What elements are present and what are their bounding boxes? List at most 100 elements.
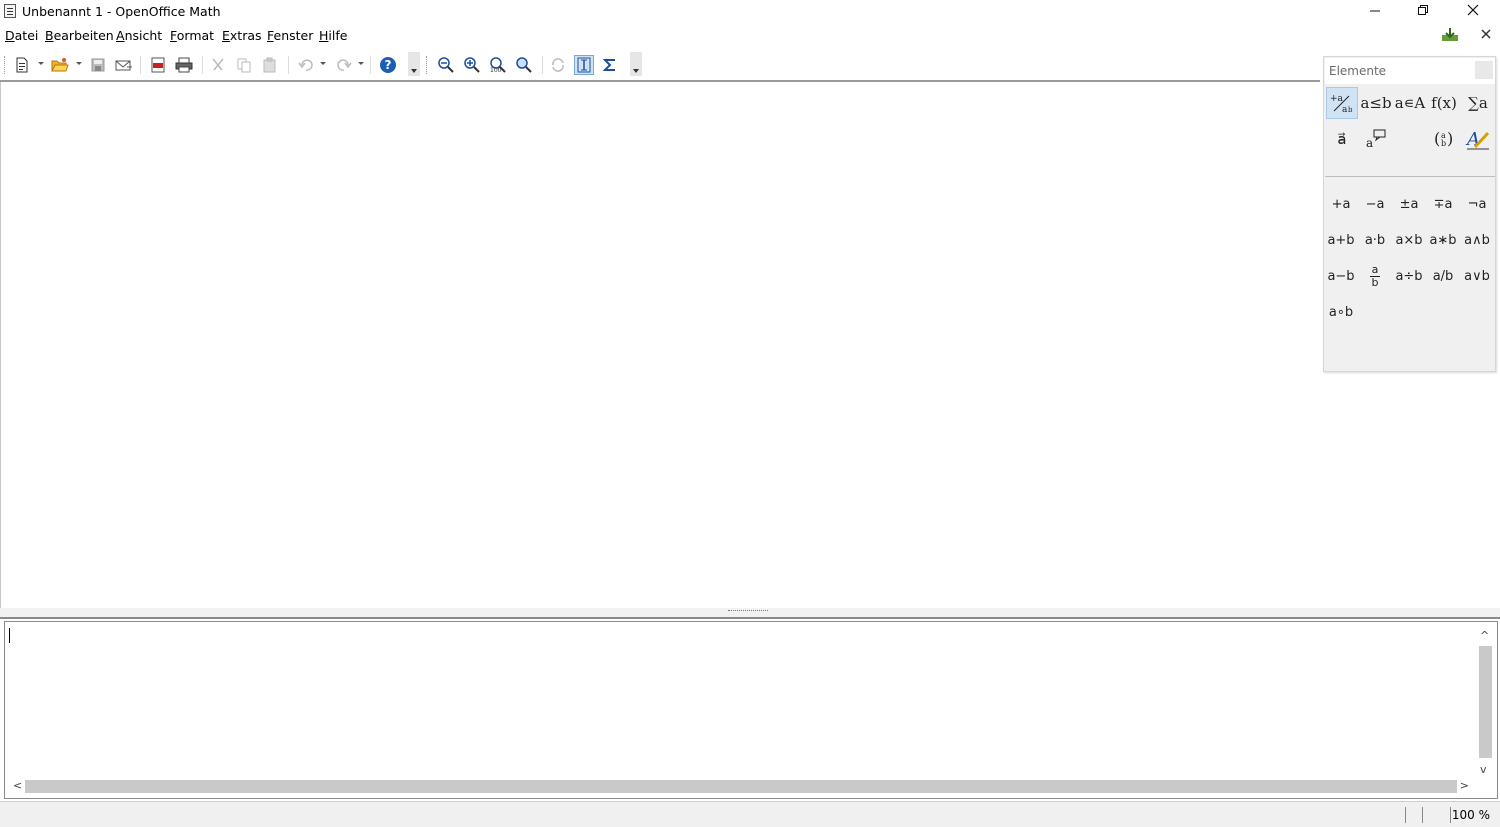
menu-datei[interactable]: Datei — [5, 28, 38, 43]
toolbar-overflow-button[interactable] — [408, 52, 420, 76]
symbol-boolean-and[interactable]: a∧b — [1460, 227, 1494, 253]
category-relations[interactable]: a≤b — [1360, 87, 1392, 119]
menu-bar: Datei Bearbeiten Ansicht Format Extras F… — [0, 26, 1500, 46]
email-icon — [115, 60, 132, 71]
svg-text:?: ? — [385, 58, 392, 72]
category-others[interactable]: a — [1360, 123, 1392, 155]
symbol-addition[interactable]: a+b — [1324, 227, 1358, 253]
undo-dropdown-arrow[interactable] — [320, 62, 326, 65]
symbol-star-multiplication[interactable]: a∗b — [1426, 227, 1460, 253]
new-document-button[interactable] — [12, 55, 32, 75]
brackets-icon: (ab) — [1434, 129, 1453, 148]
cut-button[interactable] — [208, 55, 228, 75]
openoffice-math-app-icon — [4, 4, 16, 18]
zoom-out-icon — [438, 57, 454, 73]
svg-text:b: b — [1348, 106, 1353, 114]
vertical-scroll-thumb[interactable] — [1479, 646, 1492, 758]
save-button[interactable] — [88, 55, 108, 75]
scroll-down-icon[interactable]: v — [1480, 764, 1487, 776]
symbol-fraction[interactable]: ab — [1358, 263, 1392, 289]
export-pdf-icon — [151, 57, 165, 73]
symbol-division[interactable]: a÷b — [1392, 263, 1426, 289]
close-document-icon — [1481, 29, 1491, 39]
redo-icon — [337, 59, 352, 71]
menu-format[interactable]: Format — [170, 28, 214, 43]
symbol-unary-minus[interactable]: −a — [1358, 191, 1392, 217]
category-unary-binary-operators[interactable]: +a a b — [1326, 87, 1358, 119]
vertical-scrollbar[interactable]: ^ v — [1477, 628, 1493, 776]
menu-ansicht[interactable]: Ansicht — [116, 28, 162, 43]
symbol-boolean-or[interactable]: a∨b — [1460, 263, 1494, 289]
category-operators[interactable]: ∑a — [1462, 87, 1494, 119]
window-splitter[interactable] — [0, 608, 1500, 619]
category-set-operations[interactable]: a∊A — [1394, 87, 1426, 119]
symbol-slash-division[interactable]: a/b — [1426, 263, 1460, 289]
minimize-button[interactable] — [1352, 0, 1398, 24]
print-button[interactable] — [174, 55, 194, 75]
email-button[interactable] — [114, 55, 134, 75]
symbol-cross-multiplication[interactable]: a×b — [1392, 227, 1426, 253]
symbol-unary-plus[interactable]: +a — [1324, 191, 1358, 217]
category-brackets[interactable]: (a b) — [1428, 123, 1460, 155]
menu-extras[interactable]: Extras — [222, 28, 262, 43]
toolbar-grip[interactable] — [4, 56, 7, 74]
elements-panel-header: Elemente — [1325, 58, 1495, 84]
scroll-up-icon[interactable]: ^ — [1480, 630, 1489, 642]
help-button[interactable]: ? — [378, 55, 398, 75]
symbols-button[interactable] — [600, 55, 620, 75]
copy-icon — [237, 58, 251, 73]
toolbar-grip[interactable] — [426, 56, 429, 74]
restore-button[interactable] — [1400, 0, 1446, 24]
svg-text:100: 100 — [490, 67, 502, 73]
redo-dropdown-arrow[interactable] — [358, 62, 364, 65]
symbol-subtraction[interactable]: a−b — [1324, 263, 1358, 289]
open-folder-icon — [51, 58, 69, 72]
zoom-100-button[interactable]: 100 — [488, 55, 508, 75]
svg-text:A: A — [1465, 129, 1480, 150]
elements-panel-close-button[interactable] — [1475, 61, 1493, 79]
symbol-dot-multiplication[interactable]: a·b — [1358, 227, 1392, 253]
title-bar: Unbenannt 1 - OpenOffice Math — [0, 0, 1500, 24]
horizontal-scroll-thumb[interactable] — [25, 780, 1457, 793]
svg-text:(: ( — [1434, 129, 1440, 148]
menu-bearbeiten[interactable]: Bearbeiten — [45, 28, 114, 43]
formula-cursor-button[interactable] — [574, 55, 594, 75]
formula-command-input[interactable]: ^ v < > — [4, 621, 1498, 799]
formula-document-area[interactable] — [0, 82, 1500, 608]
symbols-icon — [602, 59, 615, 71]
horizontal-scrollbar[interactable]: < > — [11, 778, 1471, 794]
undo-button[interactable] — [296, 55, 316, 75]
zoom-level[interactable]: 100 % — [1452, 808, 1490, 822]
zoom-in-button[interactable] — [462, 55, 482, 75]
undo-icon — [298, 59, 313, 71]
category-functions[interactable]: f(x) — [1428, 87, 1460, 119]
category-attributes[interactable]: a⃗ — [1326, 123, 1358, 155]
symbol-concatenate[interactable]: a∘b — [1324, 299, 1358, 325]
export-pdf-button[interactable] — [148, 55, 168, 75]
show-all-button[interactable] — [514, 55, 534, 75]
svg-text:a: a — [1366, 136, 1373, 150]
zoom-out-button[interactable] — [436, 55, 456, 75]
menu-fenster[interactable]: Fenster — [267, 28, 313, 43]
splitter-handle[interactable] — [728, 610, 768, 614]
redo-button[interactable] — [334, 55, 354, 75]
symbol-boolean-not[interactable]: ¬a — [1460, 191, 1494, 217]
copy-button[interactable] — [234, 55, 254, 75]
open-button[interactable] — [50, 55, 70, 75]
open-dropdown-arrow[interactable] — [76, 62, 82, 65]
symbol-plus-minus[interactable]: ±a — [1392, 191, 1426, 217]
new-dropdown-arrow[interactable] — [38, 62, 44, 65]
close-window-button[interactable] — [1450, 0, 1496, 24]
menu-hilfe[interactable]: Hilfe — [319, 28, 347, 43]
symbol-minus-plus[interactable]: ∓a — [1426, 191, 1460, 217]
toolbar-overflow-button-2[interactable] — [630, 52, 642, 76]
scroll-right-icon[interactable]: > — [1460, 780, 1469, 792]
paste-button[interactable] — [260, 55, 280, 75]
update-extension-icon[interactable] — [1440, 27, 1460, 46]
others-icon: a — [1366, 129, 1386, 150]
category-formats[interactable]: A — [1462, 123, 1494, 155]
unary-binary-operators-icon: +aa b — [1330, 94, 1353, 114]
scroll-left-icon[interactable]: < — [13, 780, 22, 792]
update-button[interactable] — [548, 55, 568, 75]
close-document-button[interactable] — [1480, 27, 1492, 44]
